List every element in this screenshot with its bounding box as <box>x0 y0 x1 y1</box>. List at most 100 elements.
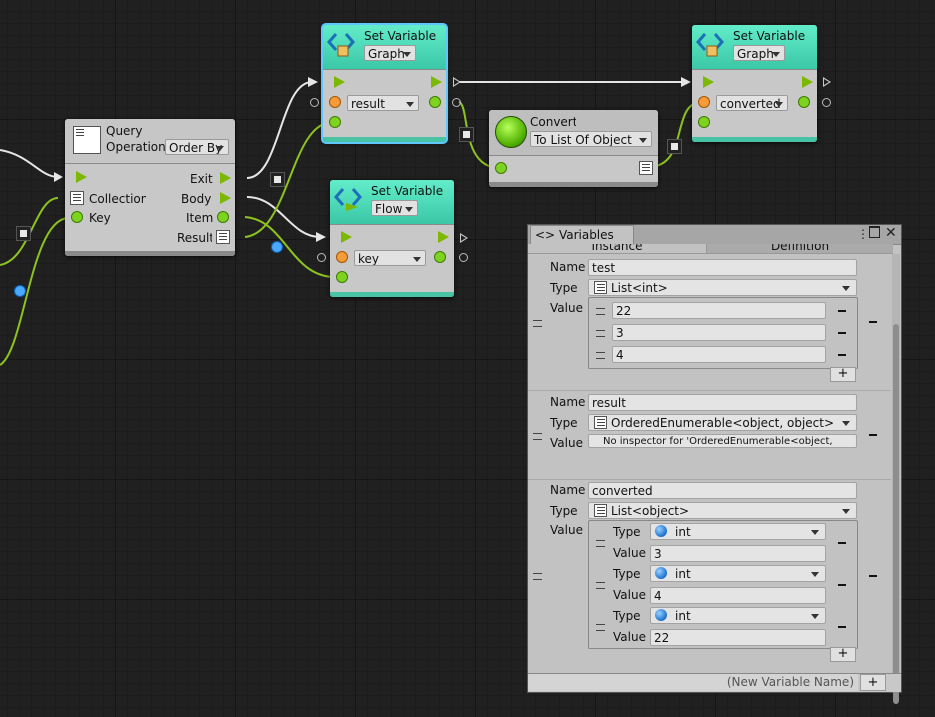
type-label: Type <box>613 567 641 581</box>
variable-type-dropdown[interactable]: List<int> <box>588 279 857 296</box>
conversion-type-dropdown[interactable]: To List Of Object <box>530 131 652 147</box>
remove-item-button[interactable] <box>838 584 846 586</box>
add-item-button[interactable]: + <box>830 647 856 662</box>
new-value-port[interactable] <box>698 116 710 128</box>
control-input-port[interactable] <box>341 231 352 243</box>
node-title: Query <box>106 124 143 138</box>
control-output-port[interactable] <box>438 231 449 243</box>
add-variable-button[interactable]: + <box>860 674 886 691</box>
scope-dropdown[interactable]: Flow <box>371 200 418 216</box>
input-port[interactable] <box>495 162 507 174</box>
control-output-port[interactable] <box>431 76 442 88</box>
remove-item-button[interactable] <box>838 332 846 334</box>
item-drag-handle[interactable] <box>596 582 605 589</box>
variable-name-field[interactable]: result <box>588 394 857 411</box>
new-value-port[interactable] <box>329 116 341 128</box>
variable-name-field[interactable]: converted <box>588 482 857 499</box>
scrollbar-thumb[interactable] <box>893 324 899 704</box>
set-variable-flow-key-node[interactable]: Set Variable Flow key <box>330 180 454 297</box>
output-port[interactable] <box>639 161 653 175</box>
collection-label: Collection <box>89 192 146 206</box>
variable-name-port[interactable] <box>329 96 341 108</box>
scope-dropdown[interactable]: Graph <box>364 45 416 61</box>
hidden-port <box>452 98 461 107</box>
variables-panel[interactable]: <> Variables ⋮ ✕ Instance Definition Nam… <box>527 224 902 704</box>
item-port[interactable] <box>217 211 229 223</box>
scope-dropdown[interactable]: Graph <box>733 45 785 61</box>
panel-menu-icon[interactable]: ⋮ <box>857 227 869 241</box>
remove-variable-button[interactable] <box>869 321 877 323</box>
item-type-dropdown[interactable]: int <box>650 565 826 582</box>
control-input-port[interactable] <box>703 76 714 88</box>
list-item-field[interactable]: 22 <box>612 302 826 319</box>
result-port[interactable] <box>216 230 230 244</box>
variable-name-field[interactable]: test <box>588 259 857 276</box>
control-input-port[interactable] <box>334 76 345 88</box>
item-drag-handle[interactable] <box>596 308 605 315</box>
item-value-field[interactable]: 22 <box>650 629 826 646</box>
variables-tab-label: Variables <box>558 228 614 242</box>
tab-definition[interactable]: Definition <box>707 244 893 254</box>
output-arrow <box>453 77 461 87</box>
operation-dropdown[interactable]: Order By <box>165 139 229 155</box>
set-variable-graph-result-node[interactable]: Set Variable Graph result <box>321 23 448 144</box>
assigned-output-port[interactable] <box>429 96 441 108</box>
close-icon[interactable]: ✕ <box>885 225 897 241</box>
scrollbar[interactable] <box>892 254 900 704</box>
list-item-field[interactable]: 4 <box>612 346 826 363</box>
new-variable-bar: (New Variable Name) + <box>528 673 901 692</box>
variable-entry: Name converted Type List<object> Value T… <box>528 480 891 670</box>
remove-variable-button[interactable] <box>869 434 877 436</box>
item-value-field[interactable]: 3 <box>650 545 826 562</box>
item-drag-handle[interactable] <box>596 352 605 359</box>
control-output-port[interactable] <box>802 76 813 88</box>
drag-handle[interactable] <box>533 573 542 580</box>
item-type-dropdown[interactable]: int <box>650 523 826 540</box>
maximize-icon[interactable] <box>869 226 880 238</box>
item-type-dropdown[interactable]: int <box>650 607 826 624</box>
control-input-port[interactable] <box>76 171 87 183</box>
body-port[interactable] <box>220 192 231 204</box>
item-value-field[interactable]: 4 <box>650 587 826 604</box>
name-label: Name <box>550 395 586 409</box>
set-variable-graph-converted-node[interactable]: Set Variable Graph converted <box>692 25 817 142</box>
new-variable-name-field[interactable]: (New Variable Name) <box>528 674 858 691</box>
variables-list[interactable]: Name test Type List<int> Value 22 3 4 + … <box>528 254 891 674</box>
variable-type-dropdown[interactable]: List<object> <box>588 502 857 519</box>
type-label: Type <box>613 525 641 539</box>
variable-entry: Name test Type List<int> Value 22 3 4 + <box>528 254 891 390</box>
key-port[interactable] <box>71 211 83 223</box>
variables-tab-icon: <> <box>535 228 556 242</box>
add-item-button[interactable]: + <box>830 367 856 382</box>
variable-name-dropdown[interactable]: result <box>347 95 419 111</box>
list-item-field[interactable]: 3 <box>612 324 826 341</box>
remove-variable-button[interactable] <box>869 575 877 577</box>
drag-handle[interactable] <box>533 433 542 440</box>
variable-type-value: List<int> <box>611 281 668 295</box>
variable-name-dropdown[interactable]: key <box>354 250 426 266</box>
remove-item-button[interactable] <box>838 354 846 356</box>
item-drag-handle[interactable] <box>596 540 605 547</box>
hidden-port <box>317 253 326 262</box>
variable-name-port[interactable] <box>698 96 710 108</box>
tab-instance[interactable]: Instance <box>528 244 707 254</box>
variable-name-port[interactable] <box>336 251 348 263</box>
variable-type-dropdown[interactable]: OrderedEnumerable<object, object> <box>588 414 857 431</box>
variables-tab[interactable]: <> Variables <box>530 225 634 244</box>
variable-name-dropdown[interactable]: converted <box>716 95 788 111</box>
convert-node[interactable]: Convert To List Of Object <box>489 110 658 187</box>
assigned-output-port[interactable] <box>434 251 446 263</box>
remove-item-button[interactable] <box>838 542 846 544</box>
exit-port[interactable] <box>220 172 231 184</box>
new-value-port[interactable] <box>336 271 348 283</box>
query-node[interactable]: Query Operation Order By Collection Key … <box>65 119 235 256</box>
collection-port[interactable] <box>70 191 84 205</box>
item-drag-handle[interactable] <box>596 330 605 337</box>
item-type-value: int <box>675 525 691 539</box>
item-drag-handle[interactable] <box>596 624 605 631</box>
assigned-output-port[interactable] <box>798 96 810 108</box>
remove-item-button[interactable] <box>838 626 846 628</box>
value-label: Value <box>550 301 583 315</box>
remove-item-button[interactable] <box>838 310 846 312</box>
drag-handle[interactable] <box>533 320 542 327</box>
